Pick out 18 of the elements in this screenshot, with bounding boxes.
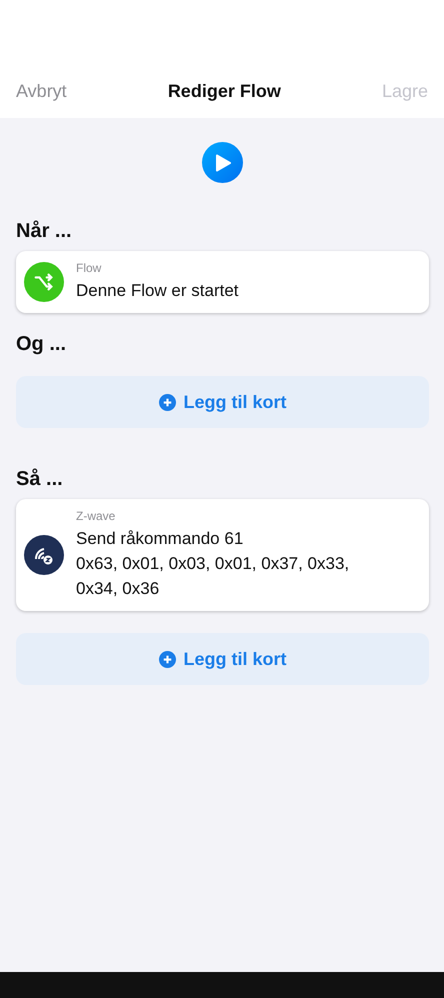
- flow-card[interactable]: Flow Denne Flow er startet: [16, 251, 429, 313]
- card-text: Denne Flow er startet: [76, 280, 239, 302]
- card-source: Z-wave: [76, 509, 116, 523]
- flow-card[interactable]: Z-wave Send råkommando 61 0x63, 0x01, 0x03, 0x01, 0x37, 0x33, 0x34, 0x36: [16, 499, 429, 611]
- shuffle-icon: [33, 271, 55, 293]
- section-heading: Og ...: [16, 333, 67, 356]
- section-heading: Så ...: [16, 468, 64, 491]
- cancel-button[interactable]: Avbryt: [16, 81, 67, 102]
- plus-icon: [158, 650, 176, 668]
- play-button[interactable]: [202, 142, 243, 183]
- plus-icon: [158, 394, 176, 410]
- add-card-button[interactable]: Legg til kort: [16, 633, 429, 685]
- card-text: Send råkommando 61 0x63, 0x01, 0x03, 0x01, 0x37, 0x33, 0x34, 0x36: [76, 528, 350, 600]
- play-icon: [214, 154, 230, 172]
- section-heading: Når ...: [16, 220, 73, 243]
- card-source: Flow: [76, 261, 102, 275]
- add-card-button[interactable]: Legg til kort: [16, 376, 429, 428]
- page-title: Rediger Flow: [168, 81, 281, 102]
